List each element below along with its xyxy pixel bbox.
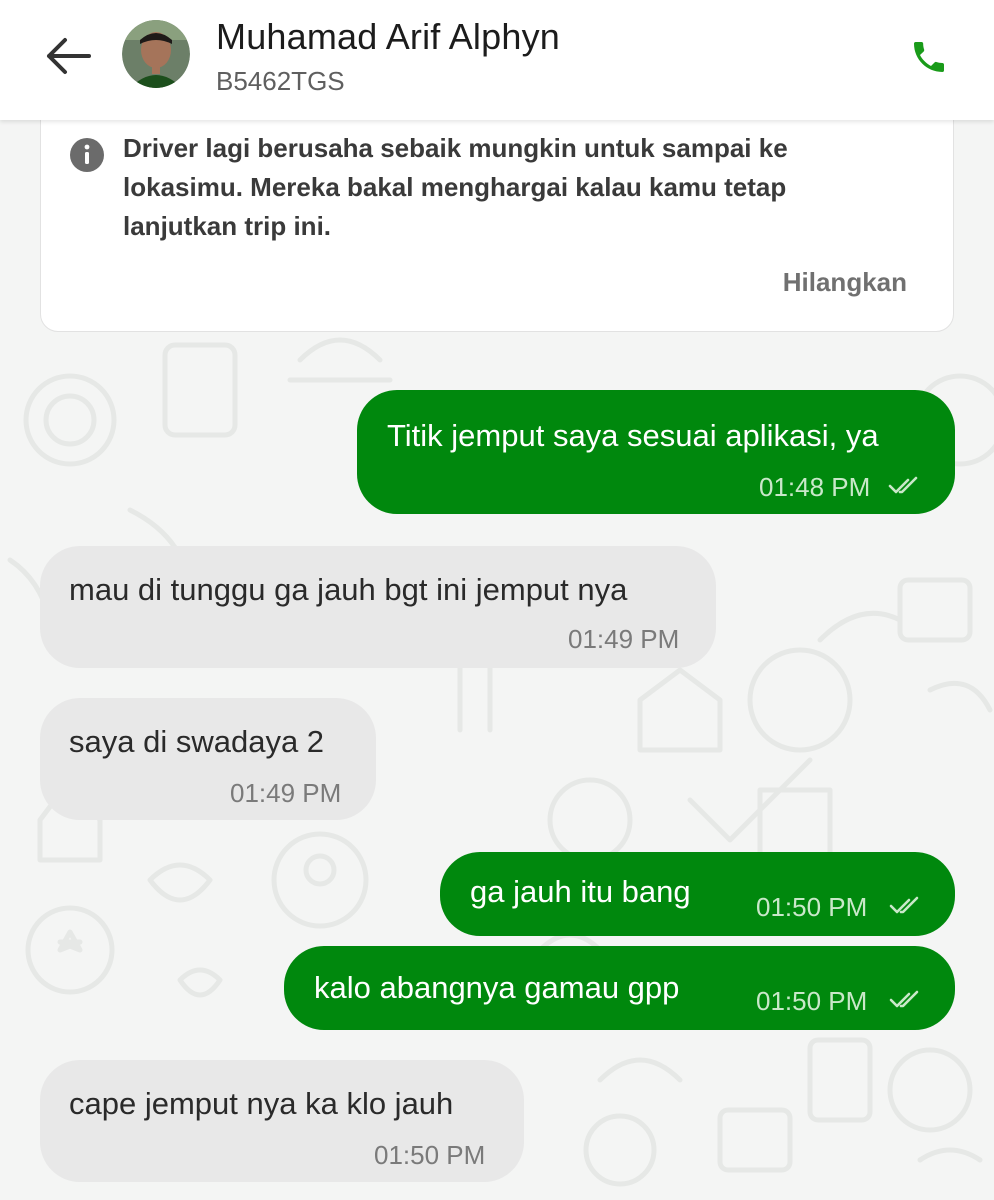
driver-info-banner: Driver lagi berusaha sebaik mungkin untu… [40, 102, 954, 332]
phone-icon [914, 42, 944, 72]
info-icon [70, 138, 104, 172]
message-text: mau di tunggu ga jauh bgt ini jemput nya [69, 572, 628, 607]
read-receipt-icon [888, 476, 918, 494]
message-text: ga jauh itu bang [470, 874, 691, 909]
message-bubble-outgoing[interactable]: Titik jemput saya sesuai aplikasi, ya 01… [357, 390, 955, 514]
call-button[interactable] [904, 32, 954, 82]
arrow-left-icon [47, 38, 91, 74]
message-time: 01:49 PM [230, 778, 342, 808]
back-button[interactable] [38, 28, 98, 84]
message-text: saya di swadaya 2 [69, 724, 325, 759]
message-bubble-incoming[interactable]: mau di tunggu ga jauh bgt ini jemput nya… [40, 546, 716, 668]
message-bubble-incoming[interactable]: cape jemput nya ka klo jauh 01:50 PM [40, 1060, 524, 1182]
driver-name: Muhamad Arif Alphyn [216, 16, 560, 57]
message-text: kalo abangnya gamau gpp [314, 970, 680, 1005]
message-text: cape jemput nya ka klo jauh [69, 1086, 454, 1121]
driver-photo [122, 20, 190, 88]
read-receipt-icon [889, 990, 919, 1008]
message-time: 01:48 PM [759, 472, 871, 502]
message-time: 01:49 PM [568, 624, 680, 654]
dismiss-button[interactable]: Hilangkan [783, 267, 907, 298]
message-time: 01:50 PM [756, 986, 868, 1016]
info-banner-text: Driver lagi berusaha sebaik mungkin untu… [123, 133, 788, 241]
message-time: 01:50 PM [756, 892, 868, 922]
message-bubble-outgoing[interactable]: kalo abangnya gamau gpp 01:50 PM [284, 946, 955, 1030]
message-time: 01:50 PM [374, 1140, 486, 1170]
message-bubble-incoming[interactable]: saya di swadaya 2 01:49 PM [40, 698, 376, 820]
driver-avatar[interactable] [122, 20, 190, 88]
message-text: Titik jemput saya sesuai aplikasi, ya [387, 418, 879, 453]
message-bubble-outgoing[interactable]: ga jauh itu bang 01:50 PM [440, 852, 955, 936]
read-receipt-icon [889, 896, 919, 914]
chat-header: Muhamad Arif Alphyn B5462TGS [0, 0, 994, 120]
plate-number: B5462TGS [216, 66, 345, 96]
